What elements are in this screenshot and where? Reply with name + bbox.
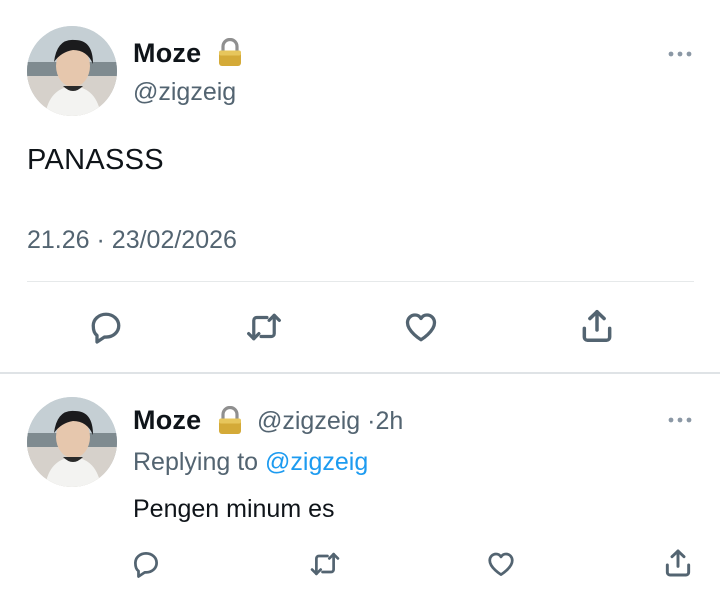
share-icon xyxy=(582,310,612,342)
share-button[interactable] xyxy=(662,547,694,579)
avatar-photo xyxy=(27,397,117,487)
reply-handle[interactable]: @zigzeig xyxy=(257,407,360,435)
reply-icon xyxy=(134,552,158,578)
reply-display-name[interactable]: Moze xyxy=(133,405,201,435)
section-divider xyxy=(0,372,720,374)
like-button[interactable] xyxy=(403,309,439,345)
tweet-date: 23/02/2026 xyxy=(111,226,237,254)
reply-header: Moze xyxy=(133,405,201,439)
share-button[interactable] xyxy=(578,307,616,345)
more-icon[interactable] xyxy=(668,416,692,424)
handle[interactable]: @zigzeig xyxy=(133,78,236,107)
reply-age[interactable]: 2h xyxy=(375,407,403,435)
reply-avatar[interactable] xyxy=(27,397,117,487)
avatar[interactable] xyxy=(27,26,117,116)
display-name[interactable]: Moze xyxy=(133,38,201,69)
reply-handle-meta: @zigzeig ·2h xyxy=(257,407,403,436)
retweet-icon xyxy=(247,313,281,341)
tweet-time: 21.26 xyxy=(27,226,90,254)
like-button[interactable] xyxy=(486,549,516,579)
reply-icon xyxy=(91,312,121,344)
lock-icon xyxy=(217,406,243,435)
replying-handle-link[interactable]: @zigzeig xyxy=(265,448,368,476)
reply-button[interactable] xyxy=(88,309,124,345)
replying-prefix: Replying to xyxy=(133,448,259,476)
divider xyxy=(27,281,694,282)
reply-text: Pengen minum es xyxy=(133,495,335,523)
like-icon xyxy=(405,313,437,342)
avatar-photo xyxy=(27,26,117,116)
meta-separator: · xyxy=(96,226,105,254)
lock-icon xyxy=(217,38,243,67)
more-icon[interactable] xyxy=(668,50,692,58)
tweet-text: PANASSS xyxy=(27,144,164,176)
reply-button[interactable] xyxy=(131,549,161,579)
tweet-timestamp[interactable]: 21.26 · 23/02/2026 xyxy=(27,226,237,255)
replying-to: Replying to @zigzeig xyxy=(133,448,368,477)
share-icon xyxy=(665,549,691,577)
like-icon xyxy=(488,552,514,576)
retweet-icon xyxy=(310,552,340,576)
retweet-button[interactable] xyxy=(309,549,341,579)
retweet-button[interactable] xyxy=(245,309,283,345)
